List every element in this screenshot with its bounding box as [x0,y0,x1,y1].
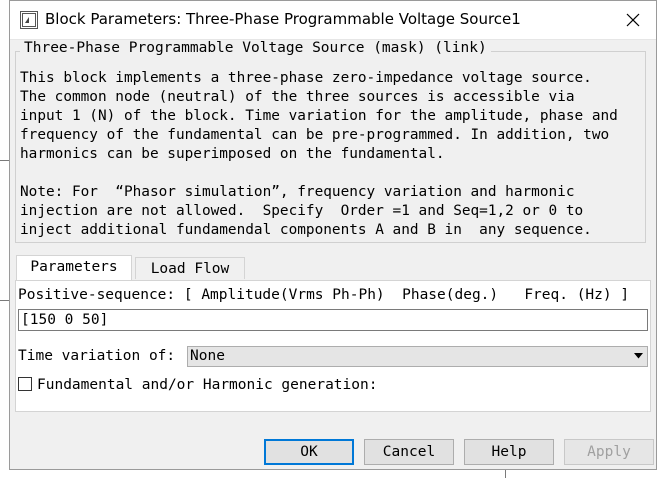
window-title: Block Parameters: Three-Phase Programmab… [45,10,521,28]
time-variation-label: Time variation of: [18,348,176,364]
block-parameters-dialog: Block Parameters: Three-Phase Programmab… [9,0,657,470]
tab-parameters[interactable]: Parameters [16,255,132,280]
mask-note: Note: For “Phasor simulation”, frequency… [20,184,592,238]
close-button[interactable] [610,1,656,39]
canvas-line [505,470,506,478]
tab-load-flow[interactable]: Load Flow [135,257,245,279]
positive-sequence-input[interactable]: [150 0 50] [18,309,648,331]
simulink-block-icon [20,11,38,29]
harmonic-generation-label: Fundamental and/or Harmonic generation: [37,377,378,393]
apply-button[interactable]: Apply [564,439,654,465]
help-button[interactable]: Help [464,439,554,465]
cancel-button[interactable]: Cancel [364,439,454,465]
title-bar: Block Parameters: Three-Phase Programmab… [10,1,656,40]
positive-sequence-label: Positive-sequence: [ Amplitude(Vrms Ph-P… [18,287,630,303]
ok-button[interactable]: OK [264,439,354,465]
mask-description: This block implements a three-phase zero… [20,70,618,162]
time-variation-select[interactable]: None [187,346,648,367]
close-icon [626,13,640,27]
canvas-line [0,300,9,301]
canvas-line [0,160,9,161]
mask-title: Three-Phase Programmable Voltage Source … [20,40,491,56]
time-variation-value: None [190,348,225,364]
harmonic-generation-checkbox[interactable] [18,377,32,391]
chevron-down-icon [634,353,643,359]
